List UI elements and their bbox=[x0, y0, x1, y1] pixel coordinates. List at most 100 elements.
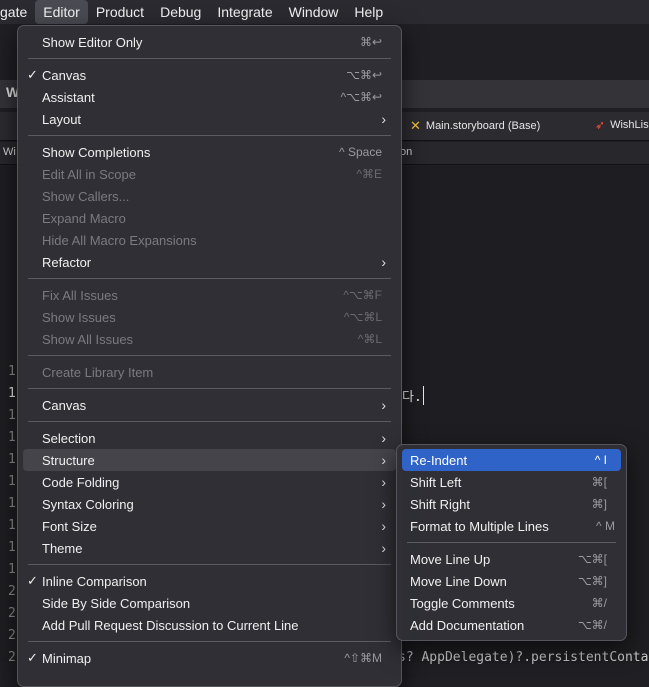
menu-item-label: Hide All Macro Expansions bbox=[42, 232, 197, 248]
submenu-item-shift-right[interactable]: Shift Right ⌘] bbox=[402, 493, 621, 515]
menu-item-structure[interactable]: Structure › bbox=[23, 449, 396, 471]
menu-separator bbox=[28, 355, 391, 356]
tab-label: Main.storyboard (Base) bbox=[425, 120, 541, 132]
line-number: 2 bbox=[8, 584, 16, 599]
checkmark-icon: ✓ bbox=[27, 67, 38, 82]
jump-bar-left[interactable]: Wi bbox=[3, 146, 16, 158]
menu-item-show-editor-only[interactable]: Show Editor Only ⌘↩ bbox=[23, 31, 396, 53]
menu-item-label: Move Line Up bbox=[410, 551, 491, 567]
menu-bar: gate Editor Product Debug Integrate Wind… bbox=[0, 0, 649, 24]
line-number: 1 bbox=[8, 540, 16, 555]
menu-integrate-clipped[interactable]: gate bbox=[0, 0, 35, 24]
menu-item-label: Refactor bbox=[42, 254, 92, 270]
menu-item-label: Expand Macro bbox=[42, 210, 126, 226]
menu-separator bbox=[28, 564, 391, 565]
code-comment-fragment: 다. bbox=[402, 386, 424, 405]
menu-item-label: Font Size bbox=[42, 518, 97, 534]
menu-item-shortcut: ⌥⌘] bbox=[577, 574, 607, 588]
swift-icon: ➶ bbox=[595, 118, 606, 132]
submenu-item-re-indent[interactable]: Re-Indent ^ I bbox=[402, 449, 621, 471]
menu-item-theme[interactable]: Theme › bbox=[23, 537, 396, 559]
structure-submenu: Re-Indent ^ I Shift Left ⌘[ Shift Right … bbox=[396, 444, 627, 641]
submenu-item-toggle-comments[interactable]: Toggle Comments ⌘/ bbox=[402, 592, 621, 614]
menu-item-show-completions[interactable]: Show Completions ^ Space bbox=[23, 141, 396, 163]
menu-item-label: Add Documentation bbox=[410, 617, 525, 633]
menu-window[interactable]: Window bbox=[281, 0, 347, 24]
menu-item-label: Add Pull Request Discussion to Current L… bbox=[42, 617, 299, 633]
menu-item-label: Show Completions bbox=[42, 144, 151, 160]
checkmark-icon: ✓ bbox=[27, 650, 38, 665]
menu-separator bbox=[28, 388, 391, 389]
menu-item-shortcut: ^⌥⌘L bbox=[343, 310, 382, 324]
menu-item-font-size[interactable]: Font Size › bbox=[23, 515, 396, 537]
menu-item-label: Side By Side Comparison bbox=[42, 595, 191, 611]
menu-item-shortcut: ⌘[ bbox=[591, 475, 607, 489]
menu-item-shortcut: ^⌥⌘↩ bbox=[340, 90, 382, 104]
menu-item-shortcut: ⌘↩ bbox=[359, 35, 382, 49]
menu-item-expand-macro: Expand Macro bbox=[23, 207, 396, 229]
chevron-right-icon: › bbox=[381, 496, 386, 512]
menu-item-syntax-coloring[interactable]: Syntax Coloring › bbox=[23, 493, 396, 515]
line-number: 1 bbox=[8, 474, 16, 489]
menu-item-label: Shift Left bbox=[410, 474, 462, 490]
menu-item-shortcut: ^ I bbox=[594, 453, 607, 467]
menu-item-refactor[interactable]: Refactor › bbox=[23, 251, 396, 273]
chevron-right-icon: › bbox=[381, 430, 386, 446]
menu-item-shortcut: ⌥⌘[ bbox=[577, 552, 607, 566]
menu-help[interactable]: Help bbox=[346, 0, 391, 24]
line-number: 1 bbox=[8, 496, 16, 511]
checkmark-icon: ✓ bbox=[27, 573, 38, 588]
menu-item-show-issues: Show Issues ^⌥⌘L bbox=[23, 306, 396, 328]
menu-separator bbox=[28, 278, 391, 279]
menu-item-label: Toggle Comments bbox=[410, 595, 515, 611]
menu-item-shortcut: ⌥⌘/ bbox=[577, 618, 607, 632]
menu-debug[interactable]: Debug bbox=[152, 0, 209, 24]
menu-item-label: Show Editor Only bbox=[42, 34, 143, 50]
menu-item-layout[interactable]: Layout › bbox=[23, 108, 396, 130]
chevron-right-icon: › bbox=[381, 518, 386, 534]
menu-item-minimap[interactable]: ✓ Minimap ^⇧⌘M bbox=[23, 647, 396, 669]
menu-item-label: Selection bbox=[42, 430, 96, 446]
menu-item-shortcut: ^ Space bbox=[339, 145, 382, 159]
chevron-right-icon: › bbox=[381, 452, 386, 468]
menu-item-show-all-issues: Show All Issues ^⌘L bbox=[23, 328, 396, 350]
menu-item-canvas-toggle[interactable]: ✓ Canvas ⌥⌘↩ bbox=[23, 64, 396, 86]
menu-item-add-pr-discussion[interactable]: Add Pull Request Discussion to Current L… bbox=[23, 614, 396, 636]
line-number: 2 bbox=[8, 606, 16, 621]
menu-integrate[interactable]: Integrate bbox=[209, 0, 280, 24]
menu-item-canvas-submenu[interactable]: Canvas › bbox=[23, 394, 396, 416]
line-number: 1 bbox=[8, 364, 16, 379]
submenu-item-format-multiple-lines[interactable]: Format to Multiple Lines ^ M bbox=[402, 515, 621, 537]
menu-item-label: Create Library Item bbox=[42, 364, 154, 380]
menu-editor[interactable]: Editor bbox=[35, 0, 88, 24]
menu-item-shortcut: ^⌥⌘F bbox=[343, 288, 382, 302]
submenu-item-shift-left[interactable]: Shift Left ⌘[ bbox=[402, 471, 621, 493]
menu-item-label: Edit All in Scope bbox=[42, 166, 136, 182]
tab-wishlist[interactable]: ➶ WishLis bbox=[595, 118, 649, 132]
menu-item-assistant[interactable]: Assistant ^⌥⌘↩ bbox=[23, 86, 396, 108]
chevron-right-icon: › bbox=[381, 397, 386, 413]
submenu-item-move-line-up[interactable]: Move Line Up ⌥⌘[ bbox=[402, 548, 621, 570]
menu-item-shortcut: ^ M bbox=[596, 519, 615, 533]
line-number: 1 bbox=[8, 386, 16, 401]
chevron-right-icon: › bbox=[381, 254, 386, 270]
menu-item-shortcut: ^⌘L bbox=[357, 332, 382, 346]
menu-item-label: Move Line Down bbox=[410, 573, 507, 589]
submenu-item-add-documentation[interactable]: Add Documentation ⌥⌘/ bbox=[402, 614, 621, 636]
menu-item-label: Show Callers... bbox=[42, 188, 130, 204]
menu-item-side-by-side-comparison[interactable]: Side By Side Comparison bbox=[23, 592, 396, 614]
menu-item-label: Canvas bbox=[42, 67, 87, 83]
tab-main-storyboard[interactable]: ✕ Main.storyboard (Base) bbox=[410, 118, 540, 134]
menu-item-inline-comparison[interactable]: ✓ Inline Comparison bbox=[23, 570, 396, 592]
menu-item-code-folding[interactable]: Code Folding › bbox=[23, 471, 396, 493]
line-number: 1 bbox=[8, 452, 16, 467]
menu-product[interactable]: Product bbox=[88, 0, 152, 24]
menu-item-selection[interactable]: Selection › bbox=[23, 427, 396, 449]
editor-menu: Show Editor Only ⌘↩ ✓ Canvas ⌥⌘↩ Assista… bbox=[17, 25, 402, 687]
menu-item-label: Syntax Coloring bbox=[42, 496, 134, 512]
submenu-item-move-line-down[interactable]: Move Line Down ⌥⌘] bbox=[402, 570, 621, 592]
menu-separator bbox=[407, 542, 616, 543]
menu-separator bbox=[28, 135, 391, 136]
menu-item-label: Minimap bbox=[42, 650, 92, 666]
menu-item-fix-all-issues: Fix All Issues ^⌥⌘F bbox=[23, 284, 396, 306]
